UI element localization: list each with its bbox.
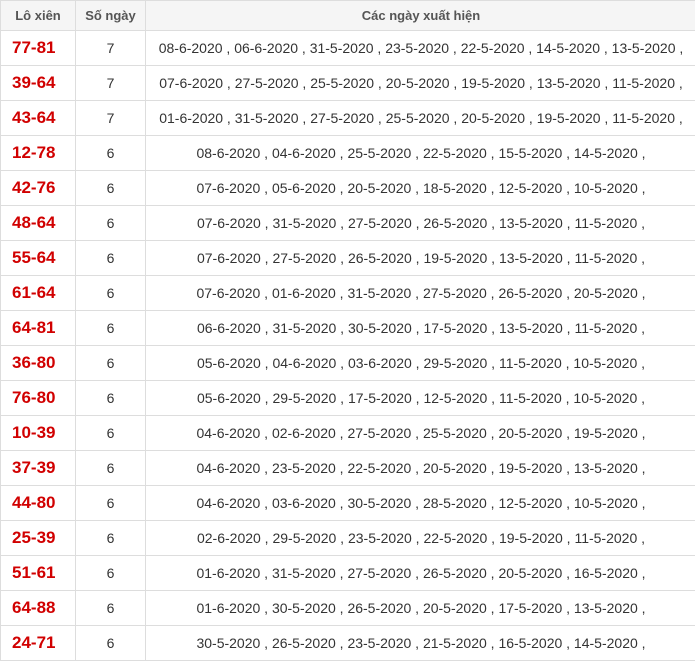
table-row: 55-64607-6-2020 , 27-5-2020 , 26-5-2020 …	[1, 241, 695, 276]
dates-cell: 08-6-2020 , 04-6-2020 , 25-5-2020 , 22-5…	[146, 136, 695, 171]
table-row: 64-81606-6-2020 , 31-5-2020 , 30-5-2020 …	[1, 311, 695, 346]
pair-cell: 64-88	[1, 591, 76, 626]
days-cell: 7	[76, 66, 146, 101]
pair-cell: 61-64	[1, 276, 76, 311]
pair-cell: 76-80	[1, 381, 76, 416]
pair-cell: 55-64	[1, 241, 76, 276]
dates-cell: 01-6-2020 , 31-5-2020 , 27-5-2020 , 26-5…	[146, 556, 695, 591]
days-cell: 7	[76, 101, 146, 136]
days-cell: 6	[76, 206, 146, 241]
table-row: 24-71630-5-2020 , 26-5-2020 , 23-5-2020 …	[1, 626, 695, 661]
dates-cell: 08-6-2020 , 06-6-2020 , 31-5-2020 , 23-5…	[146, 31, 695, 66]
pair-cell: 37-39	[1, 451, 76, 486]
pair-cell: 12-78	[1, 136, 76, 171]
table-row: 25-39602-6-2020 , 29-5-2020 , 23-5-2020 …	[1, 521, 695, 556]
days-cell: 6	[76, 416, 146, 451]
pair-cell: 39-64	[1, 66, 76, 101]
header-dates: Các ngày xuất hiện	[146, 1, 695, 31]
header-days: Số ngày	[76, 1, 146, 31]
table-row: 36-80605-6-2020 , 04-6-2020 , 03-6-2020 …	[1, 346, 695, 381]
table-row: 10-39604-6-2020 , 02-6-2020 , 27-5-2020 …	[1, 416, 695, 451]
table-row: 37-39604-6-2020 , 23-5-2020 , 22-5-2020 …	[1, 451, 695, 486]
pair-cell: 48-64	[1, 206, 76, 241]
pair-cell: 44-80	[1, 486, 76, 521]
days-cell: 6	[76, 346, 146, 381]
dates-cell: 05-6-2020 , 29-5-2020 , 17-5-2020 , 12-5…	[146, 381, 695, 416]
days-cell: 6	[76, 451, 146, 486]
pair-cell: 24-71	[1, 626, 76, 661]
dates-cell: 07-6-2020 , 31-5-2020 , 27-5-2020 , 26-5…	[146, 206, 695, 241]
dates-cell: 06-6-2020 , 31-5-2020 , 30-5-2020 , 17-5…	[146, 311, 695, 346]
table-row: 43-64701-6-2020 , 31-5-2020 , 27-5-2020 …	[1, 101, 695, 136]
table-row: 48-64607-6-2020 , 31-5-2020 , 27-5-2020 …	[1, 206, 695, 241]
dates-cell: 30-5-2020 , 26-5-2020 , 23-5-2020 , 21-5…	[146, 626, 695, 661]
days-cell: 6	[76, 521, 146, 556]
pair-cell: 36-80	[1, 346, 76, 381]
pair-cell: 25-39	[1, 521, 76, 556]
table-row: 76-80605-6-2020 , 29-5-2020 , 17-5-2020 …	[1, 381, 695, 416]
days-cell: 6	[76, 591, 146, 626]
dates-cell: 01-6-2020 , 31-5-2020 , 27-5-2020 , 25-5…	[146, 101, 695, 136]
pair-cell: 64-81	[1, 311, 76, 346]
dates-cell: 04-6-2020 , 03-6-2020 , 30-5-2020 , 28-5…	[146, 486, 695, 521]
days-cell: 6	[76, 556, 146, 591]
days-cell: 7	[76, 31, 146, 66]
dates-cell: 05-6-2020 , 04-6-2020 , 03-6-2020 , 29-5…	[146, 346, 695, 381]
pair-cell: 10-39	[1, 416, 76, 451]
table-row: 51-61601-6-2020 , 31-5-2020 , 27-5-2020 …	[1, 556, 695, 591]
header-pair: Lô xiên	[1, 1, 76, 31]
days-cell: 6	[76, 241, 146, 276]
days-cell: 6	[76, 171, 146, 206]
dates-cell: 07-6-2020 , 01-6-2020 , 31-5-2020 , 27-5…	[146, 276, 695, 311]
table-row: 44-80604-6-2020 , 03-6-2020 , 30-5-2020 …	[1, 486, 695, 521]
dates-cell: 04-6-2020 , 02-6-2020 , 27-5-2020 , 25-5…	[146, 416, 695, 451]
frequency-table: Lô xiên Số ngày Các ngày xuất hiện 77-81…	[0, 0, 695, 661]
table-row: 42-76607-6-2020 , 05-6-2020 , 20-5-2020 …	[1, 171, 695, 206]
days-cell: 6	[76, 381, 146, 416]
dates-cell: 07-6-2020 , 27-5-2020 , 25-5-2020 , 20-5…	[146, 66, 695, 101]
days-cell: 6	[76, 311, 146, 346]
days-cell: 6	[76, 136, 146, 171]
table-row: 61-64607-6-2020 , 01-6-2020 , 31-5-2020 …	[1, 276, 695, 311]
pair-cell: 42-76	[1, 171, 76, 206]
dates-cell: 07-6-2020 , 27-5-2020 , 26-5-2020 , 19-5…	[146, 241, 695, 276]
table-row: 39-64707-6-2020 , 27-5-2020 , 25-5-2020 …	[1, 66, 695, 101]
dates-cell: 01-6-2020 , 30-5-2020 , 26-5-2020 , 20-5…	[146, 591, 695, 626]
pair-cell: 43-64	[1, 101, 76, 136]
table-row: 64-88601-6-2020 , 30-5-2020 , 26-5-2020 …	[1, 591, 695, 626]
days-cell: 6	[76, 486, 146, 521]
days-cell: 6	[76, 276, 146, 311]
days-cell: 6	[76, 626, 146, 661]
pair-cell: 51-61	[1, 556, 76, 591]
pair-cell: 77-81	[1, 31, 76, 66]
dates-cell: 07-6-2020 , 05-6-2020 , 20-5-2020 , 18-5…	[146, 171, 695, 206]
table-header-row: Lô xiên Số ngày Các ngày xuất hiện	[1, 1, 695, 31]
dates-cell: 02-6-2020 , 29-5-2020 , 23-5-2020 , 22-5…	[146, 521, 695, 556]
dates-cell: 04-6-2020 , 23-5-2020 , 22-5-2020 , 20-5…	[146, 451, 695, 486]
table-row: 77-81708-6-2020 , 06-6-2020 , 31-5-2020 …	[1, 31, 695, 66]
table-row: 12-78608-6-2020 , 04-6-2020 , 25-5-2020 …	[1, 136, 695, 171]
